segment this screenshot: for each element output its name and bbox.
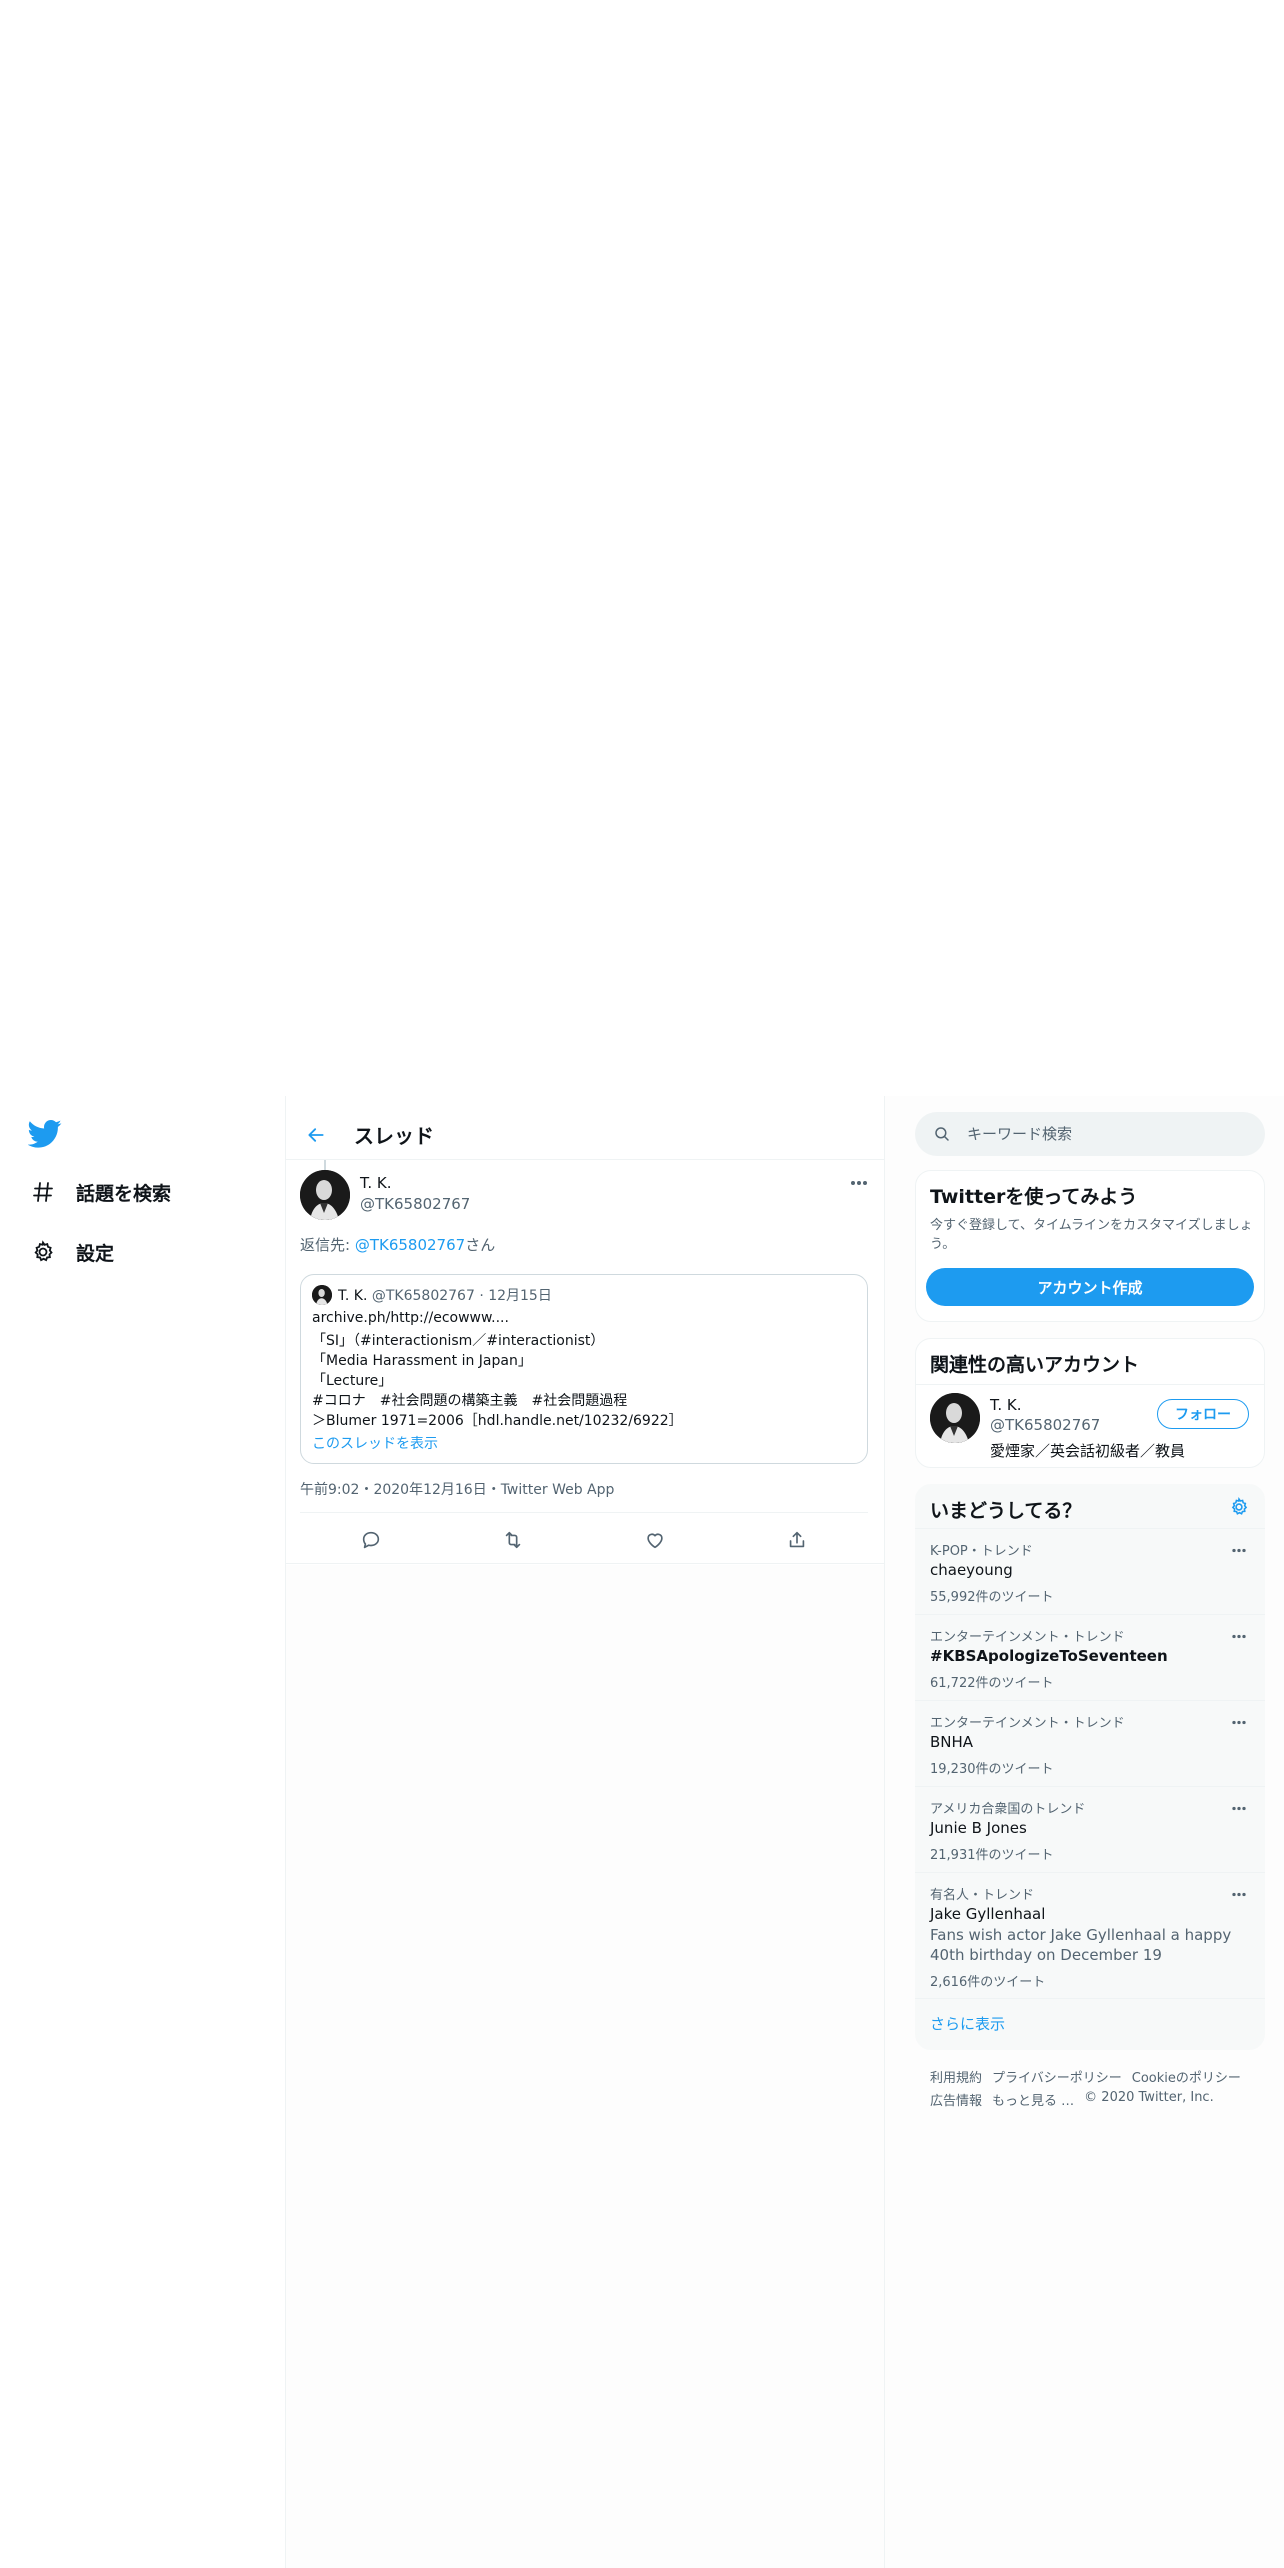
reply-to-line: 返信先: @TK65802767さん <box>300 1234 495 1255</box>
share-icon[interactable] <box>779 1522 815 1558</box>
trend-count: 2,616件のツイート <box>930 1975 1046 1990</box>
quoted-text-line: ＞Blumer 1971=2006［hdl.handle.net/10232/6… <box>312 1413 683 1429</box>
copyright: © 2020 Twitter, Inc. <box>1084 2090 1214 2105</box>
trend-count: 61,722件のツイート <box>930 1676 1054 1691</box>
column-divider-right <box>884 1096 885 2568</box>
show-thread-link[interactable]: このスレッドを表示 <box>312 1433 438 1453</box>
relevant-accounts-title: 関連性の高いアカウント <box>930 1354 1140 1376</box>
trend-count: 55,992件のツイート <box>930 1590 1054 1605</box>
signup-title: Twitterを使ってみよう <box>930 1186 1138 1208</box>
trend-name: Junie B Jones <box>930 1819 1027 1837</box>
retweet-icon[interactable] <box>495 1522 531 1558</box>
divider <box>286 1563 884 1564</box>
tweet-timestamp[interactable]: 午前9:02・2020年12月16日・Twitter Web App <box>300 1479 614 1499</box>
quoted-text-line: archive.ph/http://ecowww.... <box>312 1310 509 1326</box>
footer-links-row: 利用規約 プライバシーポリシー Cookieのポリシー <box>930 2067 1241 2086</box>
more-options-icon[interactable] <box>1228 1626 1250 1646</box>
trend-context: 有名人・トレンド <box>930 1888 1035 1903</box>
divider <box>915 1998 1265 1999</box>
related-account-name[interactable]: T. K. <box>990 1396 1022 1414</box>
divider <box>300 1512 868 1513</box>
trend-count: 21,931件のツイート <box>930 1848 1054 1863</box>
ads-info-link[interactable]: 広告情報 <box>930 2090 982 2109</box>
related-account-handle[interactable]: @TK65802767 <box>990 1416 1100 1434</box>
follow-button[interactable]: フォロー <box>1157 1399 1249 1429</box>
twitter-logo-icon[interactable] <box>27 1119 62 1149</box>
more-options-icon[interactable] <box>1228 1884 1250 1904</box>
more-link[interactable]: もっと見る … <box>992 2090 1074 2109</box>
trend-name: chaeyoung <box>930 1561 1013 1579</box>
reply-prefix: 返信先: <box>300 1236 355 1254</box>
reply-mention-link[interactable]: @TK65802767 <box>355 1236 465 1254</box>
quoted-avatar <box>312 1285 332 1305</box>
quoted-author-meta: @TK65802767 · 12月15日 <box>371 1288 552 1304</box>
quoted-text-line: #コロナ #社会問題の構築主義 #社会問題過程 <box>312 1393 628 1409</box>
quoted-text-line: 「SI」（#interactionism／#interactionist） <box>312 1333 605 1349</box>
hashtag-icon <box>28 1177 58 1207</box>
back-arrow-icon[interactable] <box>298 1117 334 1153</box>
show-more-link[interactable]: さらに表示 <box>930 2013 1005 2034</box>
column-divider-left <box>285 1096 286 2568</box>
trend-name: #KBSApologizeToSeventeen <box>930 1647 1168 1665</box>
tweet-author-handle[interactable]: @TK65802767 <box>360 1195 470 1213</box>
more-options-icon[interactable] <box>1228 1798 1250 1818</box>
more-options-icon[interactable] <box>1228 1540 1250 1560</box>
thread-header: スレッド <box>286 1110 884 1160</box>
trend-count: 19,230件のツイート <box>930 1762 1054 1777</box>
quoted-tweet-header: T. K. @TK65802767 · 12月15日 <box>338 1285 552 1305</box>
trend-description: Fans wish actor Jake Gyllenhaal a happy … <box>930 1926 1232 1964</box>
quoted-text-line: 「Lecture」 <box>312 1373 393 1389</box>
search-bar[interactable] <box>915 1112 1265 1156</box>
trend-name: BNHA <box>930 1733 974 1751</box>
trend-context: エンターテインメント・トレンド <box>930 1630 1125 1645</box>
privacy-link[interactable]: プライバシーポリシー <box>992 2067 1122 2086</box>
terms-link[interactable]: 利用規約 <box>930 2067 982 2086</box>
quoted-author-name: T. K. <box>338 1288 368 1304</box>
reply-suffix: さん <box>465 1236 496 1254</box>
create-account-button[interactable]: アカウント作成 <box>926 1268 1254 1306</box>
trend-context: アメリカ合衆国のトレンド <box>930 1802 1086 1817</box>
footer-links-row: 広告情報 もっと見る … © 2020 Twitter, Inc. <box>930 2090 1214 2109</box>
cookie-link[interactable]: Cookieのポリシー <box>1132 2067 1241 2086</box>
gear-icon[interactable] <box>1226 1494 1252 1520</box>
divider <box>915 1384 1265 1385</box>
tweet-author-name[interactable]: T. K. <box>360 1174 392 1192</box>
signup-description: 今すぐ登録して、タイムラインをカスタマイズしましょう。 <box>930 1218 1253 1252</box>
trends-title: いまどうしてる？ <box>930 1500 1082 1522</box>
gear-icon <box>28 1237 58 1267</box>
nav-settings[interactable]: 設定 <box>28 1232 114 1272</box>
more-dots-icon: … <box>1061 2094 1075 2109</box>
thread-connector-line <box>324 1160 326 1170</box>
reply-icon[interactable] <box>353 1522 389 1558</box>
nav-settings-label: 設定 <box>76 1242 115 1265</box>
quoted-text-line: 「Media Harassment in Japan」 <box>312 1353 532 1369</box>
page-title: スレッド <box>354 1124 434 1148</box>
search-input[interactable] <box>967 1125 1227 1143</box>
trend-context: K-POP・トレンド <box>930 1544 1033 1559</box>
avatar[interactable] <box>930 1393 980 1443</box>
tweet-actions <box>300 1520 868 1560</box>
more-options-icon[interactable] <box>846 1172 872 1194</box>
trend-name: Jake Gyllenhaal <box>930 1905 1046 1923</box>
trend-context: エンターテインメント・トレンド <box>930 1716 1125 1731</box>
nav-explore-label: 話題を検索 <box>76 1182 172 1205</box>
related-account-bio: 愛煙家／英会話初級者／教員 <box>990 1442 1186 1460</box>
like-icon[interactable] <box>637 1522 673 1558</box>
search-icon <box>933 1124 953 1144</box>
avatar[interactable] <box>300 1170 350 1220</box>
more-options-icon[interactable] <box>1228 1712 1250 1732</box>
timeline-empty-area <box>286 1565 884 2568</box>
nav-explore[interactable]: 話題を検索 <box>28 1172 171 1212</box>
more-link-label: もっと見る <box>992 2094 1058 2109</box>
left-navigation <box>0 1096 286 2568</box>
